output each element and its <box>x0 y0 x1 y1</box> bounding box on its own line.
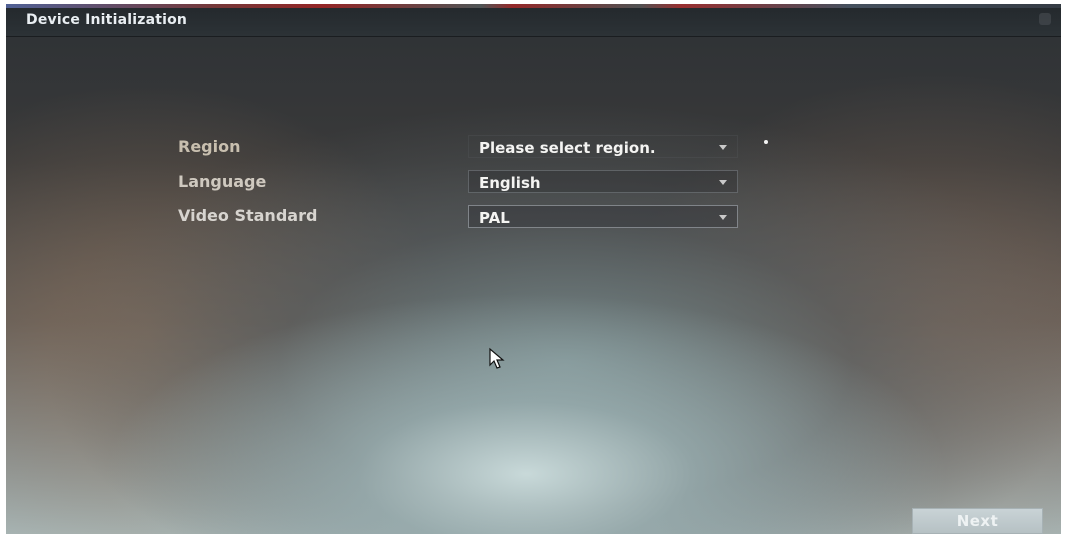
region-label: Region <box>178 137 241 156</box>
language-value: English <box>479 174 541 192</box>
required-marker <box>764 140 768 144</box>
window-title: Device Initialization <box>26 12 188 28</box>
cursor-icon <box>489 347 505 369</box>
next-button[interactable]: Next <box>912 508 1043 534</box>
language-dropdown[interactable]: English <box>468 170 738 193</box>
top-color-strip <box>6 4 1061 8</box>
video-standard-label: Video Standard <box>178 206 318 225</box>
close-icon[interactable] <box>1039 13 1051 25</box>
language-label: Language <box>178 172 267 191</box>
region-value: Please select region. <box>479 139 656 157</box>
title-bar: Device Initialization <box>6 4 1061 37</box>
region-dropdown[interactable]: Please select region. <box>468 135 738 158</box>
chevron-down-icon <box>719 180 727 185</box>
device-initialization-screen: Device Initialization Region Please sele… <box>6 4 1061 534</box>
video-standard-dropdown[interactable]: PAL <box>468 205 738 228</box>
chevron-down-icon <box>719 145 727 150</box>
video-standard-value: PAL <box>479 209 510 227</box>
chevron-down-icon <box>719 215 727 220</box>
